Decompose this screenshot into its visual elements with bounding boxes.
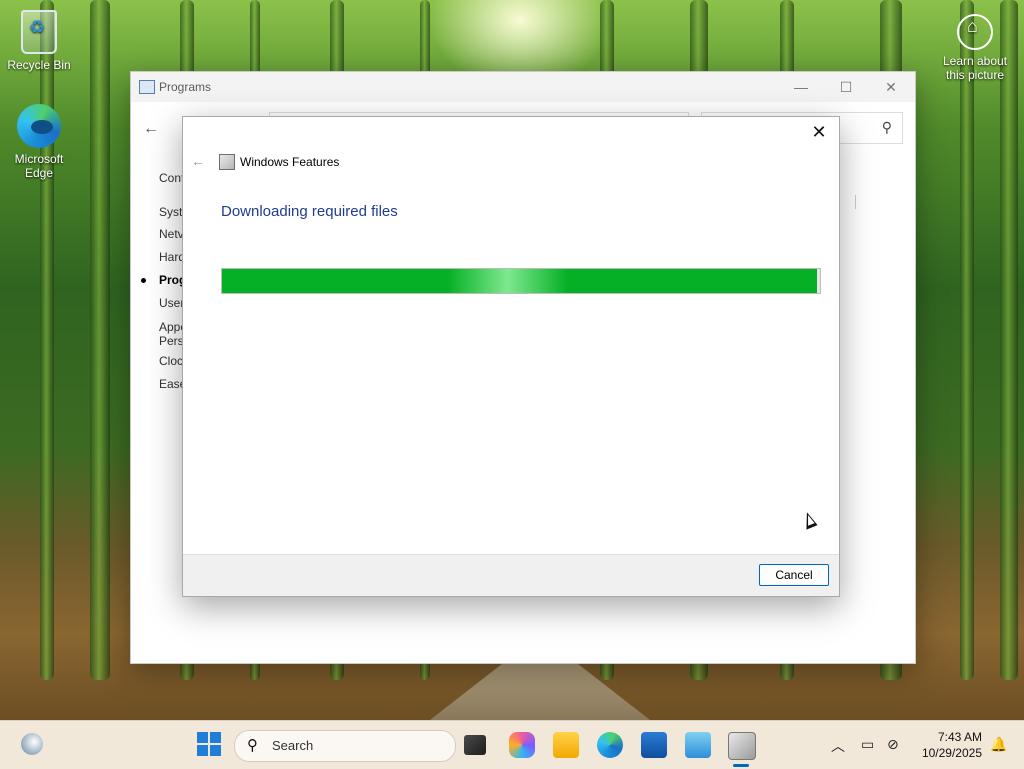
taskbar-search-box[interactable]: ⚲ Search (234, 730, 456, 762)
clock-date: 10/29/2025 (921, 746, 982, 760)
learn-label: Learn about this picture (942, 54, 1008, 82)
link-separator (855, 195, 856, 209)
active-app-indicator (733, 764, 749, 767)
recycle-bin-icon (21, 10, 57, 54)
status-heading: Downloading required files (221, 203, 398, 220)
sidebar-item-network[interactable]: Netv (159, 227, 184, 241)
location-icon (957, 14, 993, 50)
back-arrow-icon: ← (191, 153, 205, 169)
bamboo-stalk (960, 0, 974, 680)
programs-title: Programs (159, 80, 212, 94)
microsoft-edge-shortcut[interactable]: Microsoft Edge (1, 104, 77, 180)
sidebar-item-clock[interactable]: Cloc (159, 354, 183, 368)
bamboo-stalk (40, 0, 54, 680)
learn-about-picture-shortcut[interactable]: Learn about this picture (937, 14, 1013, 82)
notification-bell-icon[interactable]: 🔔 (990, 736, 1007, 753)
edge-label: Microsoft Edge (14, 152, 64, 180)
recycle-bin-label: Recycle Bin (7, 58, 71, 72)
sidebar-item-control-panel-home[interactable]: Cont (159, 171, 184, 185)
minimize-button[interactable]: — (781, 76, 821, 98)
taskbar: ⚲ Search ︿ ▭ ⊘ 7:43 AM 10/29/2025 🔔 (0, 720, 1024, 769)
search-label: Search (272, 738, 314, 753)
network-icon[interactable]: ▭ (861, 736, 874, 753)
clock-time: 7:43 AM (937, 730, 982, 744)
edge-icon[interactable] (597, 732, 623, 758)
forest-path (430, 660, 650, 720)
windows-features-dialog[interactable]: ✕ ← Windows Features Downloading require… (182, 116, 840, 597)
chevron-up-icon[interactable]: ︿ (831, 736, 845, 756)
maximize-button[interactable]: ☐ (826, 76, 866, 98)
copilot-icon[interactable] (509, 732, 535, 758)
windows-features-icon (219, 154, 235, 170)
task-view-icon[interactable] (464, 735, 486, 755)
download-progress-bar (221, 268, 821, 294)
dialog-footer: Cancel (183, 554, 839, 596)
cancel-button[interactable]: Cancel (759, 564, 829, 586)
back-arrow-icon[interactable]: ← (143, 120, 159, 138)
weather-widget-icon[interactable] (21, 733, 43, 755)
start-button[interactable] (197, 732, 223, 758)
recycle-bin-shortcut[interactable]: Recycle Bin (1, 10, 77, 72)
windows-features-icon[interactable] (728, 732, 756, 760)
control-panel-icon (139, 80, 155, 94)
close-button[interactable]: ✕ (871, 76, 911, 98)
system-clock[interactable]: 7:43 AM 10/29/2025 (900, 729, 982, 761)
search-icon: ⚲ (247, 737, 258, 754)
bamboo-stalk (1000, 0, 1018, 680)
store-icon[interactable] (641, 732, 667, 758)
sidebar-item-user-accounts[interactable]: User (159, 296, 184, 310)
edge-icon (17, 104, 61, 148)
active-bullet (141, 278, 146, 283)
close-icon[interactable]: ✕ (805, 121, 833, 143)
control-panel-icon[interactable] (685, 732, 711, 758)
file-explorer-icon[interactable] (553, 732, 579, 758)
progress-fill (222, 269, 817, 293)
search-icon: ⚲ (881, 119, 892, 135)
dialog-title: Windows Features (240, 155, 340, 169)
programs-titlebar[interactable]: Programs — ☐ ✕ (131, 72, 915, 102)
bamboo-stalk (90, 0, 110, 680)
volume-muted-icon[interactable]: ⊘ (887, 736, 899, 753)
